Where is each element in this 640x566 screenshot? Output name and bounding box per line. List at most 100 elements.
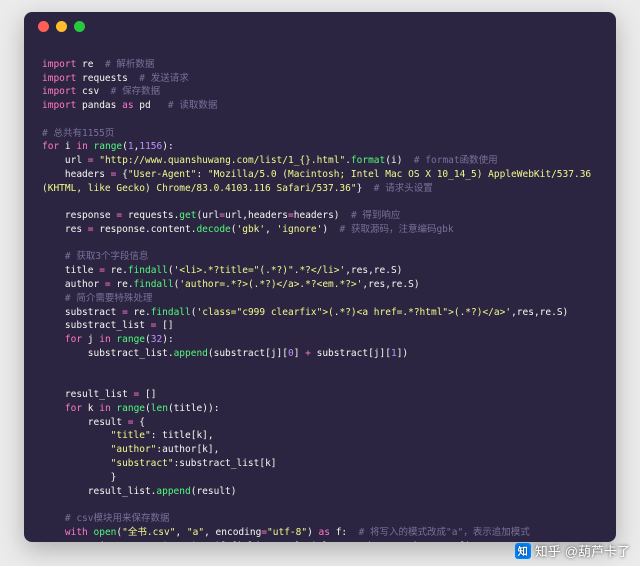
- token-num: 1156: [139, 141, 162, 152]
- token-pn: (title)):: [168, 403, 219, 414]
- code-content: import re # 解析数据import requests # 发送请求im…: [24, 40, 616, 542]
- token-pn: ,: [265, 224, 276, 235]
- token-fn: range: [116, 334, 145, 345]
- token-str: (KHTML, like Gecko) Chrome/83.0.4103.116…: [42, 183, 357, 194]
- window-titlebar: [24, 12, 616, 40]
- code-line: import requests # 发送请求: [42, 72, 598, 86]
- token-kw: import: [42, 86, 76, 97]
- token-kw: for: [65, 334, 82, 345]
- token-fn: format: [351, 155, 385, 166]
- token-kw: as: [319, 527, 330, 538]
- token-id: i: [59, 141, 76, 152]
- token-pn: ,: [175, 527, 186, 538]
- token-kw: for: [42, 141, 59, 152]
- token-id: result_list: [42, 389, 134, 400]
- token-kw: as: [122, 100, 133, 111]
- token-id: [42, 444, 111, 455]
- token-id: re.: [128, 307, 151, 318]
- token-fn: open: [94, 527, 117, 538]
- token-pn: substract[j][: [311, 348, 391, 359]
- token-pn: ,res,re.S): [511, 307, 568, 318]
- code-line: "substract":substract_list[k]: [42, 457, 598, 471]
- token-id: }: [42, 472, 116, 483]
- token-cmt: # format函数使用: [414, 155, 498, 166]
- token-id: re.: [111, 279, 134, 290]
- code-line: with open("全书.csv", "a", encoding="utf-8…: [42, 526, 598, 540]
- zhihu-icon: 知: [515, 543, 531, 559]
- token-cmt: # 保存数据: [111, 86, 160, 97]
- code-line: # 简介需要特殊处理: [42, 292, 598, 306]
- token-str: "http://www.quanshuwang.com/list/1_{}.ht…: [99, 155, 345, 166]
- code-line: [42, 44, 598, 58]
- token-num: 32: [151, 334, 162, 345]
- code-line: import pandas as pd # 读取数据: [42, 99, 598, 113]
- token-pn: csv.: [134, 541, 157, 542]
- token-str: "a": [187, 527, 204, 538]
- token-id: headers: [42, 169, 111, 180]
- token-id: {: [134, 417, 145, 428]
- token-pn: ]): [397, 348, 408, 359]
- token-id: re: [76, 59, 105, 70]
- token-id: [42, 430, 111, 441]
- minimize-icon[interactable]: [56, 21, 67, 32]
- token-str: "Mozilla/5.0 (Macintosh; Intel Mac OS X …: [208, 169, 597, 180]
- code-line: author = re.findall('author=.*?>(.*?)</a…: [42, 278, 598, 292]
- code-line: # 总共有1155页: [42, 127, 598, 141]
- code-line: result_list.append(result): [42, 485, 598, 499]
- token-id: k: [82, 403, 99, 414]
- code-line: title = re.findall('<li>.*?title="(.*?)"…: [42, 264, 598, 278]
- token-id: csv: [76, 86, 110, 97]
- token-id: f:: [330, 527, 359, 538]
- token-id: []: [139, 389, 156, 400]
- token-kw: in: [99, 334, 110, 345]
- code-line: result = {: [42, 416, 598, 430]
- token-cmt: # 得到响应: [351, 210, 400, 221]
- token-kw: import: [42, 73, 76, 84]
- code-line: substract = re.findall('class="c999 clea…: [42, 306, 598, 320]
- token-id: requests: [76, 73, 139, 84]
- token-id: res: [42, 224, 88, 235]
- token-id: [42, 334, 65, 345]
- code-line: [42, 113, 598, 127]
- code-line: # 获取3个字段信息: [42, 250, 598, 264]
- token-str: "全书.csv": [122, 527, 175, 538]
- token-pn: }: [357, 183, 374, 194]
- token-pn: ): [322, 224, 339, 235]
- token-id: response: [42, 210, 116, 221]
- token-pn: : title[k],: [151, 430, 214, 441]
- code-line: "author":author[k],: [42, 443, 598, 457]
- token-str: 'ignore': [277, 224, 323, 235]
- token-id: url: [42, 155, 88, 166]
- token-fn: range: [94, 141, 123, 152]
- token-kw: import: [42, 59, 76, 70]
- token-id: pandas: [76, 100, 122, 111]
- token-cmt: # 将写入的模式改成"a"，表示追加模式: [359, 527, 530, 538]
- token-cmt: # 解析数据: [105, 59, 154, 70]
- token-id: [42, 403, 65, 414]
- token-cmt: # 获取源码，注意编码gbk: [340, 224, 454, 235]
- token-fn: findall: [134, 279, 174, 290]
- token-str: '<li>.*?title="(.*?)".*?</li>': [174, 265, 346, 276]
- code-line: for i in range(1,1156):: [42, 140, 598, 154]
- token-cmt: # 发送请求: [139, 73, 188, 84]
- attribution-platform: 知乎: [535, 541, 561, 560]
- token-pn: (f,fieldnames: [214, 541, 288, 542]
- code-line: for k in range(len(title)):: [42, 402, 598, 416]
- token-str: "substract": [397, 541, 460, 542]
- close-icon[interactable]: [38, 21, 49, 32]
- token-str: "User-Agent": [128, 169, 197, 180]
- token-pn: (i): [385, 155, 414, 166]
- token-pn: url,headers: [225, 210, 288, 221]
- token-cmt: # 总共有1155页: [42, 128, 114, 139]
- token-fn: range: [116, 403, 145, 414]
- token-fn: findall: [151, 307, 191, 318]
- token-pn: headers): [294, 210, 351, 221]
- token-id: title: [42, 265, 99, 276]
- code-line: # csv模块用来保存数据: [42, 512, 598, 526]
- maximize-icon[interactable]: [74, 21, 85, 32]
- token-fn: get: [179, 210, 196, 221]
- token-kw: with: [65, 527, 88, 538]
- token-fn: len: [151, 403, 168, 414]
- token-kw: for: [65, 403, 82, 414]
- token-id: substract_list: [42, 320, 151, 331]
